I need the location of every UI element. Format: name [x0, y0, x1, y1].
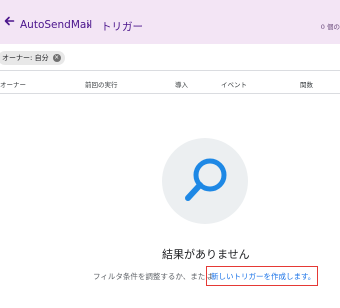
column-header-owner[interactable]: オーナー — [0, 79, 26, 89]
triggers-page: AutoSendMail › トリガー 0 個の オーナー: 自分 × オーナー… — [0, 0, 340, 308]
column-header-event[interactable]: イベント — [221, 79, 247, 89]
filter-chip-label: オーナー: 自分 — [2, 54, 49, 62]
breadcrumb-separator: › — [86, 18, 91, 32]
close-icon[interactable]: × — [52, 54, 61, 62]
table-header: オーナー 前回の実行 導入 イベント 関数 — [0, 70, 340, 94]
trigger-count: 0 個の — [320, 23, 340, 31]
page-title: トリガー — [101, 21, 143, 33]
top-bar: AutoSendMail › トリガー 0 個の — [0, 0, 340, 44]
create-trigger-link[interactable]: 新しいトリガーを作成します。 — [211, 271, 315, 282]
owner-filter-chip[interactable]: オーナー: 自分 × — [0, 51, 65, 65]
app-title[interactable]: AutoSendMail — [20, 19, 92, 31]
empty-state-description: フィルタ条件を調整するか、または — [93, 272, 213, 281]
column-header-last-run[interactable]: 前回の実行 — [85, 79, 118, 89]
back-arrow-icon[interactable] — [2, 14, 16, 28]
empty-state-title: 結果がありません — [162, 248, 250, 261]
column-header-function[interactable]: 関数 — [300, 79, 313, 89]
magnifier-icon — [185, 158, 227, 201]
empty-state-illustration — [162, 138, 248, 224]
column-header-deployment[interactable]: 導入 — [175, 79, 188, 89]
